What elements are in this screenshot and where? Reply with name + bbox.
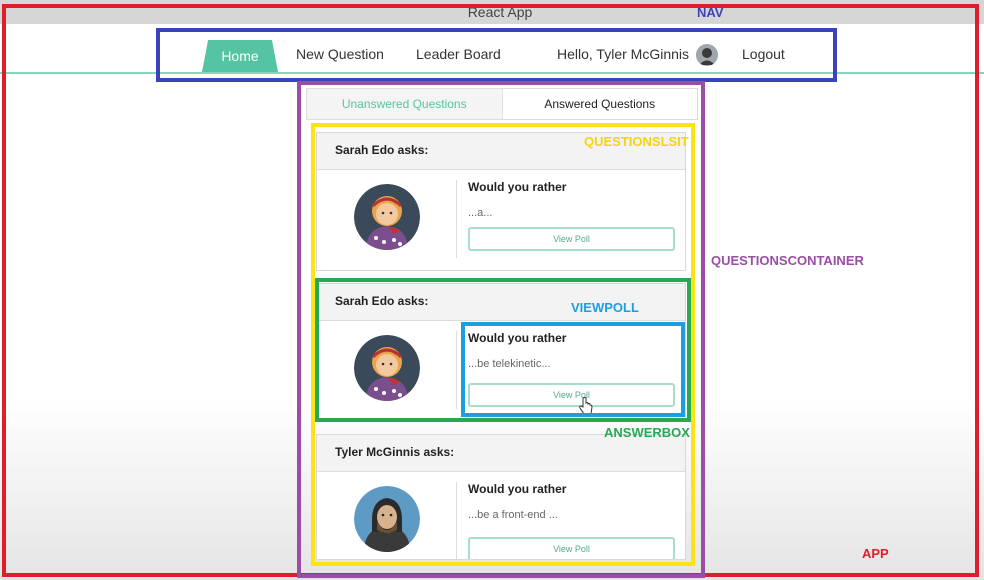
- user-avatar-icon: [696, 44, 718, 66]
- question-card: Tyler McGinnis asks: Would you rather ..…: [316, 434, 686, 560]
- annotation-app: APP: [862, 546, 889, 561]
- question-tabs: Unanswered Questions Answered Questions: [306, 88, 698, 120]
- question-snippet: ...be a front-end ...: [468, 509, 558, 521]
- nav-home-tab[interactable]: Home: [202, 40, 278, 72]
- nav-underline: [0, 72, 984, 74]
- view-poll-button[interactable]: View Poll: [468, 383, 675, 407]
- tab-unanswered-questions[interactable]: Unanswered Questions: [307, 89, 503, 119]
- card-divider: [456, 331, 457, 409]
- nav-greeting: Hello, Tyler McGinnis: [557, 46, 690, 62]
- question-card: Sarah Edo asks: Would you rather ...a...…: [316, 132, 686, 271]
- tab-answered-questions[interactable]: Answered Questions: [502, 89, 697, 119]
- window-title-bar: React App: [0, 0, 984, 24]
- view-poll-button[interactable]: View Poll: [468, 537, 675, 559]
- man-avatar-icon: [354, 486, 420, 552]
- annotation-nav: NAV: [697, 5, 724, 20]
- annotation-answer-box: ANSWERBOX: [604, 425, 690, 440]
- annotation-questions-container: QUESTIONSCONTAINER: [711, 253, 864, 268]
- card-divider: [456, 180, 457, 258]
- question-prompt: Would you rather: [468, 331, 567, 345]
- question-snippet: ...be telekinetic...: [468, 358, 551, 370]
- window-title: React App: [467, 4, 533, 20]
- card-divider: [456, 482, 457, 559]
- nav-new-question[interactable]: New Question: [296, 46, 384, 62]
- question-prompt: Would you rather: [468, 482, 567, 496]
- question-snippet: ...a...: [468, 207, 493, 219]
- view-poll-button[interactable]: View Poll: [468, 227, 675, 251]
- woman-avatar-icon: [354, 184, 420, 250]
- annotation-view-poll: VIEWPOLL: [571, 300, 639, 315]
- annotation-questions-list: QUESTIONSLSIT: [584, 134, 689, 149]
- pointer-cursor-icon: [578, 397, 594, 415]
- nav-leader-board[interactable]: Leader Board: [416, 46, 501, 62]
- nav-logout[interactable]: Logout: [742, 46, 785, 62]
- question-prompt: Would you rather: [468, 180, 567, 194]
- woman-avatar-icon: [354, 335, 420, 401]
- question-asker: Tyler McGinnis asks:: [317, 435, 685, 472]
